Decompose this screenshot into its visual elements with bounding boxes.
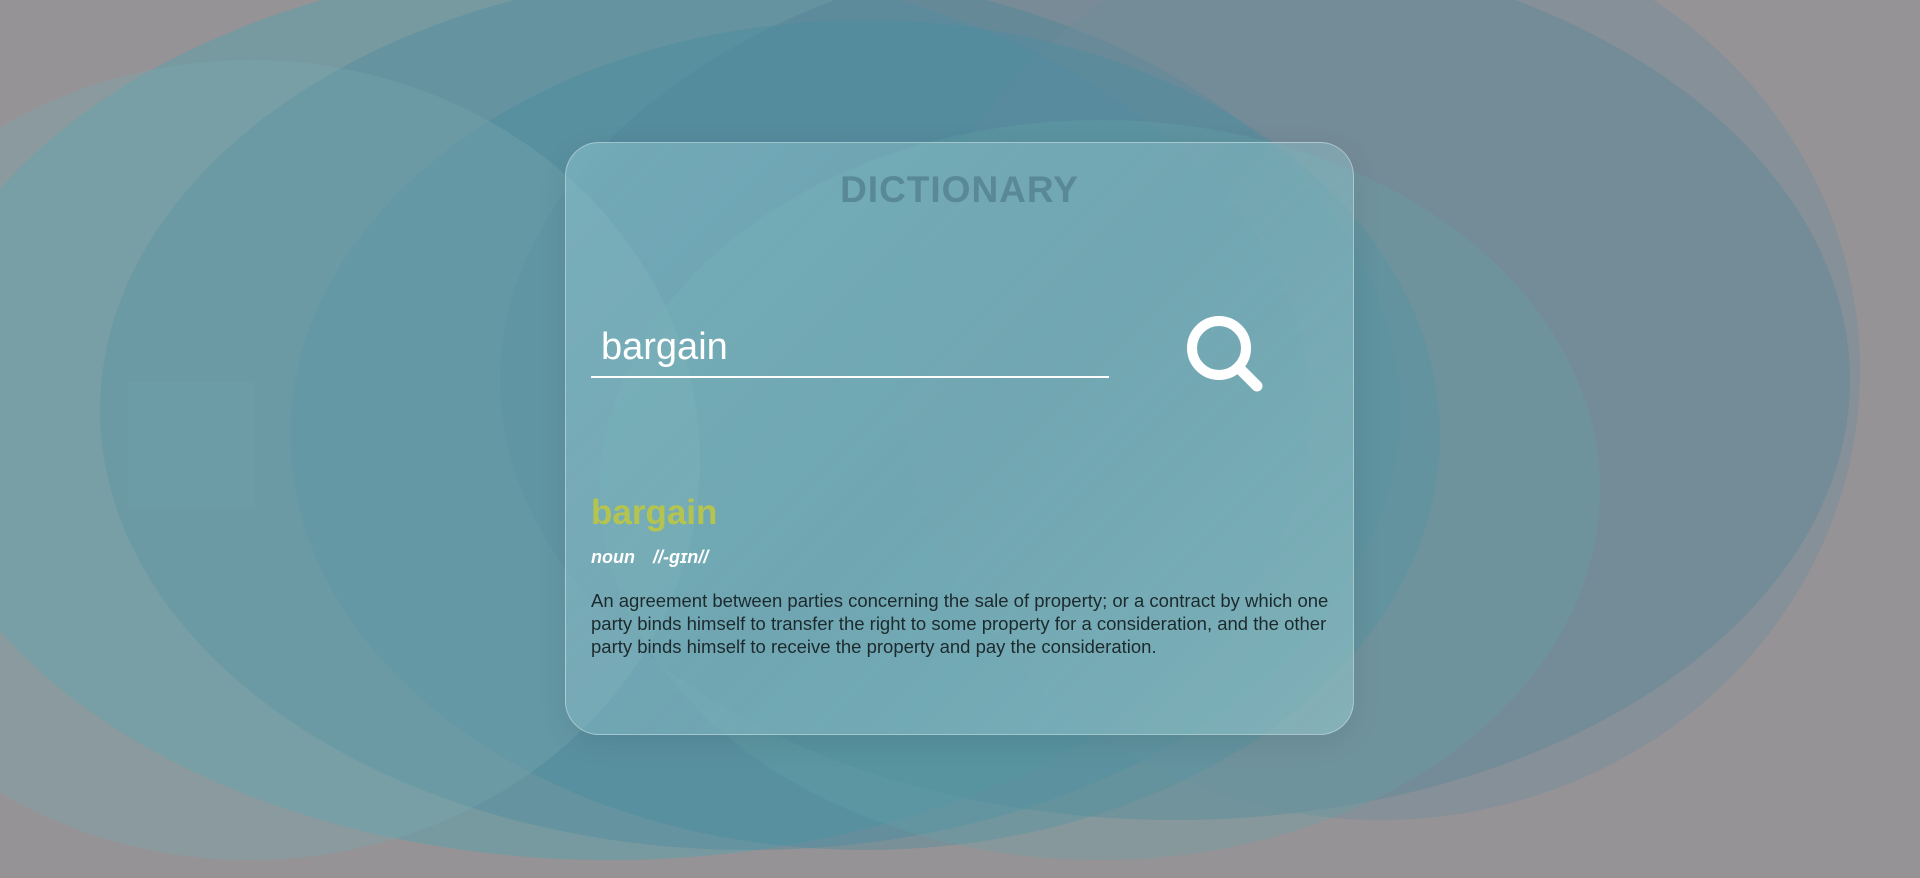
word-meta: noun //-gɪn// [591,547,708,568]
part-of-speech: noun [591,547,635,567]
search-button[interactable] [1176,313,1286,403]
search-input[interactable] [591,318,1109,378]
dictionary-card: DICTIONARY bargain noun //-gɪn// An agree… [565,142,1354,735]
app-title: DICTIONARY [840,169,1079,210]
definition-text: An agreement between parties concerning … [591,590,1329,657]
phonetic: //-gɪn// [652,547,709,567]
result-word: bargain [591,493,718,532]
